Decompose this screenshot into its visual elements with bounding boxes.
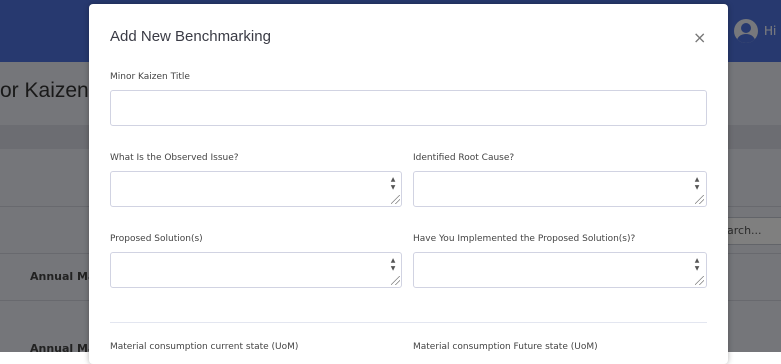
- kaizen-title-label: Minor Kaizen Title: [110, 72, 190, 82]
- resize-handle-icon[interactable]: [695, 195, 704, 204]
- proposed-solution-label: Proposed Solution(s): [110, 234, 203, 244]
- close-icon[interactable]: ×: [693, 28, 706, 47]
- proposed-solution-spinner[interactable]: ▲ ▼: [388, 257, 398, 275]
- material-future-label: Material consumption Future state (UoM): [413, 342, 598, 352]
- proposed-solution-field[interactable]: [110, 252, 402, 288]
- implemented-field[interactable]: [413, 252, 707, 288]
- material-current-label: Material consumption current state (UoM): [110, 342, 299, 352]
- observed-issue-spinner[interactable]: ▲ ▼: [388, 176, 398, 194]
- section-divider: [110, 322, 707, 323]
- resize-handle-icon[interactable]: [391, 276, 400, 285]
- root-cause-spinner[interactable]: ▲ ▼: [692, 176, 702, 194]
- resize-handle-icon[interactable]: [391, 195, 400, 204]
- observed-issue-field[interactable]: [110, 171, 402, 207]
- kaizen-title-input[interactable]: [110, 90, 707, 126]
- add-benchmarking-modal: Add New Benchmarking × Minor Kaizen Titl…: [89, 4, 728, 364]
- resize-handle-icon[interactable]: [695, 276, 704, 285]
- observed-issue-label: What Is the Observed Issue?: [110, 153, 239, 163]
- root-cause-label: Identified Root Cause?: [413, 153, 515, 163]
- implemented-label: Have You Implemented the Proposed Soluti…: [413, 234, 636, 244]
- root-cause-field[interactable]: [413, 171, 707, 207]
- implemented-spinner[interactable]: ▲ ▼: [692, 257, 702, 275]
- modal-title: Add New Benchmarking: [110, 28, 271, 45]
